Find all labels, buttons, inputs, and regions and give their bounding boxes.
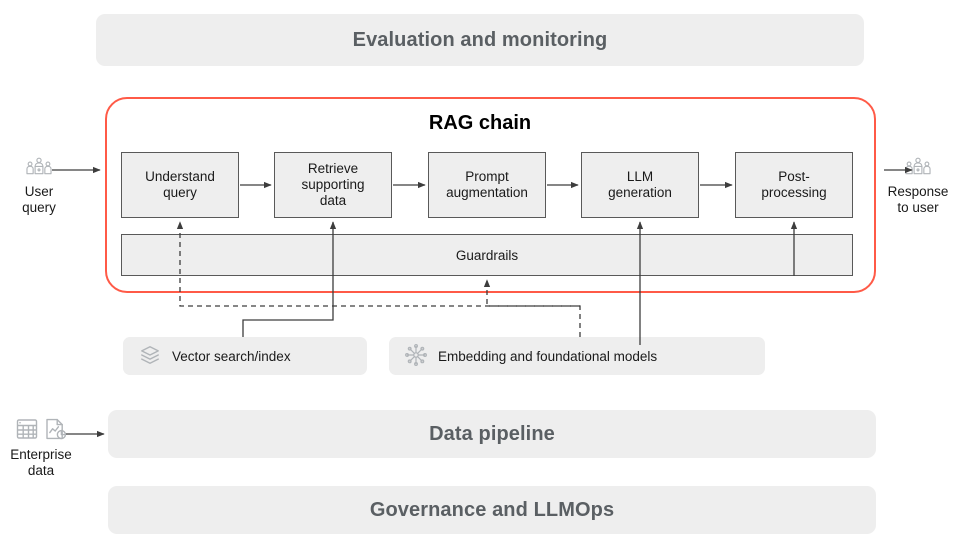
resource-embedding-models-label: Embedding and foundational models [438,348,658,364]
step-prompt-augmentation-label: Prompt augmentation [446,169,528,200]
banner-data-pipeline: Data pipeline [108,410,876,458]
endpoint-user-query: User query [0,155,78,216]
endpoint-enterprise-data: Enterprise data [0,418,82,479]
snowflake-network-icon [405,343,427,369]
step-llm-generation-label: LLM generation [608,169,672,200]
user-group-icon [905,156,931,180]
step-retrieve-supporting-data[interactable]: Retrieve supporting data [274,152,392,218]
banner-evaluation-and-monitoring: Evaluation and monitoring [96,14,864,66]
endpoint-response-to-user-label: Response to user [887,184,949,215]
endpoint-user-query-icons [0,155,78,181]
step-understand-query[interactable]: Understand query [121,152,239,218]
resource-embedding-models[interactable]: Embedding and foundational models [389,337,765,375]
document-chart-icon [43,417,67,445]
resource-vector-search-label: Vector search/index [172,348,291,364]
layers-stack-icon [139,344,161,369]
step-prompt-augmentation[interactable]: Prompt augmentation [428,152,546,218]
guardrails-bar[interactable]: Guardrails [121,234,853,276]
diagram-canvas: Evaluation and monitoring RAG chain Unde… [0,0,960,540]
guardrails-label: Guardrails [455,247,519,263]
resource-vector-search[interactable]: Vector search/index [123,337,367,375]
banner-data-pipeline-label: Data pipeline [429,422,555,445]
step-llm-generation[interactable]: LLM generation [581,152,699,218]
endpoint-enterprise-data-icons [0,418,82,444]
step-post-processing-label: Post-processing [761,169,827,200]
endpoint-response-to-user-icons [876,155,960,181]
step-understand-query-label: Understand query [145,169,215,200]
table-grid-icon [15,417,39,445]
step-retrieve-supporting-data-label: Retrieve supporting data [301,161,365,208]
endpoint-user-query-label: User query [22,184,56,215]
banner-governance-label: Governance and LLMOps [369,498,615,521]
step-post-processing[interactable]: Post-processing [735,152,853,218]
endpoint-response-to-user: Response to user [876,155,960,216]
endpoint-enterprise-data-label: Enterprise data [10,447,72,478]
banner-evaluation-label: Evaluation and monitoring [352,28,608,51]
user-group-icon [26,156,52,180]
banner-governance-and-llmops: Governance and LLMOps [108,486,876,534]
rag-chain-title: RAG chain [428,112,532,134]
